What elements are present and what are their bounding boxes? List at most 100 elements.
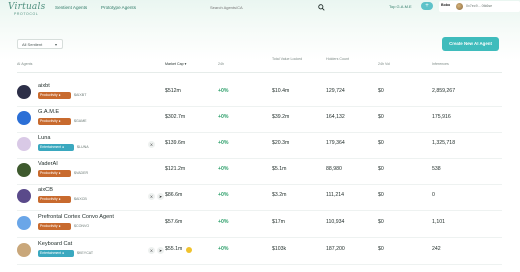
chevron-down-icon: ▾ [54,42,57,47]
row-divider [17,210,502,211]
market-cap-value: $55.1m [165,246,183,252]
agent-name[interactable]: aixCB [38,187,53,193]
category-badge: Productivity ● [38,196,71,203]
nav-sentient-agents[interactable]: Sentient Agents [55,5,87,10]
agent-ticker: $LUNA [77,145,89,149]
header-divider [17,72,502,73]
table-row[interactable]: Prefrontal Cortex Convo Agent Productivit… [0,213,520,238]
search-input[interactable] [207,4,307,10]
add-button[interactable]: + [421,2,433,10]
search-bar[interactable] [207,2,325,12]
x-social-icon[interactable]: X [148,193,155,200]
inferences-value: 1,101 [432,219,445,225]
inferences-value: 538 [432,166,441,172]
col-header-tvl[interactable]: Total Value Locked [272,57,312,62]
agent-name[interactable]: VaderAI [38,161,58,167]
vol-24h-value: $0 [378,140,384,146]
tvl-value: $5.1m [272,166,287,172]
category-label: Entertainment [40,145,62,149]
agent-name[interactable]: aixbt [38,83,50,89]
create-agent-button[interactable]: Create New AI Agent [442,37,499,51]
vol-24h-value: $0 [378,88,384,94]
inferences-value: 2,859,267 [432,88,456,94]
holders-value: 164,132 [326,114,345,120]
col-header-market-cap[interactable]: Market Cap ▾ [165,62,186,67]
top-header: Virtuals PROTOCOL Sentient Agents Protot… [0,0,520,22]
change-24h-value: +0% [218,192,229,198]
col-header-holders[interactable]: Holders Count [326,57,356,62]
col-header-agents: AI Agents [17,62,33,66]
holders-value: 110,934 [326,219,345,225]
inferences-value: 1,325,718 [432,140,456,146]
agent-name[interactable]: Keyboard Cat [38,241,72,247]
agent-name[interactable]: G.A.M.E [38,109,59,115]
tvl-value: $10.4m [272,88,290,94]
category-badge: Entertainment ● [38,144,74,151]
col-header-24h-vol[interactable]: 24h Vol [378,62,390,67]
telegram-icon[interactable]: ➤ [157,193,164,200]
table-row[interactable]: Keyboard Cat Entertainment ● $KEYCAT X ➤ $55.… [0,240,520,265]
change-24h-value: +0% [218,246,229,252]
row-divider [17,158,502,159]
col-header-inferences[interactable]: Inferences [432,62,449,67]
holders-value: 129,724 [326,88,345,94]
sort-down-icon: ▾ [184,62,187,66]
category-label: Productivity [40,119,58,123]
agent-name[interactable]: Prefrontal Cortex Convo Agent [38,214,114,220]
table-row[interactable]: VaderAI Productivity ● $VADER $121.2m +0% $5.… [0,160,520,185]
holders-value: 179,364 [326,140,345,146]
agent-ticker: $AIXCB [74,197,87,201]
table-row[interactable]: aixCB Productivity ● $AIXCB X ➤ $86.6m +0% $3.2… [0,186,520,211]
agent-avatar [17,243,31,257]
category-badge: Productivity ● [38,170,71,177]
col-header-24h[interactable]: 24h [218,62,224,67]
category-label: Productivity [40,171,58,175]
filter-label: All Sentient [22,41,43,47]
telegram-icon[interactable]: ➤ [157,247,164,254]
agent-avatar [17,111,31,125]
agent-ticker: $GAME [74,119,87,123]
market-cap-value: $86.6m [165,192,183,198]
category-badge: Productivity ● [38,223,71,230]
row-divider [17,264,502,265]
vol-24h-value: $0 [378,114,384,120]
change-24h-value: +0% [218,114,229,120]
category-badge: Productivity ● [38,118,71,125]
change-24h-value: +0% [218,166,229,172]
holders-value: 88,980 [326,166,342,172]
tvl-value: $103k [272,246,287,252]
x-social-icon[interactable]: X [148,247,155,254]
inferences-value: 0 [432,192,435,198]
agent-name[interactable]: Luna [38,135,50,141]
row-divider [17,184,502,185]
vol-24h-value: $0 [378,246,384,252]
tvl-value: $3.2m [272,192,287,198]
category-label: Productivity [40,93,58,97]
agent-avatar [17,85,31,99]
table-row[interactable]: aixbt Productivity ● $AIXBT $512m +0% $10.4m 1… [0,82,520,107]
agent-avatar [17,163,31,177]
user-account[interactable]: Bobo 0x7ec9... 0tk6se [439,1,520,12]
x-social-icon[interactable]: X [148,141,155,148]
table-row[interactable]: G.A.M.E Productivity ● $GAME $302.7m +0% $39.… [0,108,520,133]
nav-prototype-agents[interactable]: Prototype Agents [101,5,136,10]
row-divider [17,106,502,107]
agent-ticker: $CONVO [74,224,90,228]
search-icon[interactable] [318,4,325,11]
change-24h-value: +0% [218,219,229,225]
top-game-link[interactable]: Top G.A.M.E [389,4,412,9]
table-row[interactable]: Luna Entertainment ● $LUNA X $139.6m +0% $20.3… [0,134,520,159]
tvl-value: $20.3m [272,140,290,146]
logo-text: Virtuals [8,2,46,12]
virtuals-logo[interactable]: Virtuals PROTOCOL [8,3,48,17]
change-24h-value: +0% [218,140,229,146]
inferences-value: 175,916 [432,114,451,120]
category-label: Productivity [40,224,58,228]
logo-subtitle: PROTOCOL [14,12,39,16]
market-cap-value: $512m [165,88,181,94]
coin-icon [186,247,192,253]
market-cap-value: $121.2m [165,166,186,172]
tvl-value: $17m [272,219,285,225]
category-label: Productivity [40,197,58,201]
sentient-filter-dropdown[interactable]: All Sentient ▾ [17,39,63,49]
